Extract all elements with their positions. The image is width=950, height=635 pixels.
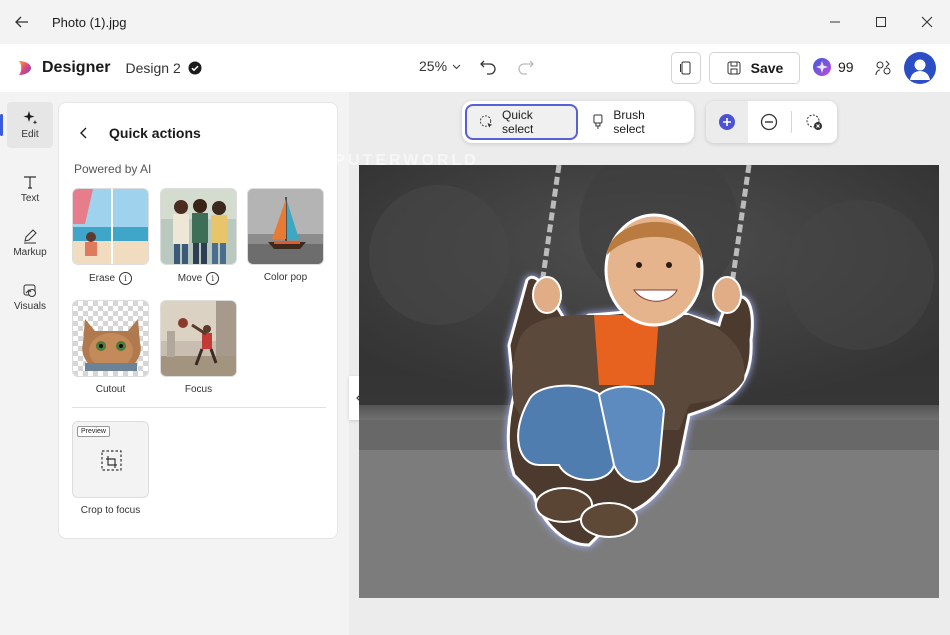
erase-thumbnail <box>72 188 149 265</box>
plus-circle-icon <box>719 114 735 130</box>
back-button[interactable] <box>0 0 44 44</box>
info-icon[interactable]: i <box>119 272 133 285</box>
selection-edit-toolbar <box>706 101 837 143</box>
maximize-icon <box>876 17 886 27</box>
rail-item-text[interactable]: Text <box>7 166 53 212</box>
quick-select-icon <box>479 115 493 128</box>
quick-select-label: Quick select <box>502 108 534 136</box>
rail-item-edit[interactable]: Edit <box>0 102 53 148</box>
photo-canvas[interactable] <box>359 165 939 598</box>
rail-label: Edit <box>21 129 39 140</box>
rail-label: Text <box>20 193 40 204</box>
toolbar-separator <box>791 111 792 133</box>
sparkle-icon <box>23 111 38 125</box>
photo-image <box>359 165 939 598</box>
user-icon <box>910 59 930 80</box>
action-label: Crop to focus <box>80 505 141 516</box>
crop-to-focus-thumbnail: Preview <box>72 421 149 498</box>
watermark: COMPUTERWORLD <box>288 152 479 169</box>
action-color-pop[interactable]: Color pop <box>247 188 324 283</box>
redo-icon[interactable] <box>516 56 536 76</box>
action-label: Focus <box>184 384 213 395</box>
section-heading: Powered by AI <box>74 162 152 176</box>
action-erase[interactable]: Erase i <box>72 188 149 285</box>
zoom-level: 25% <box>419 58 448 74</box>
window-title: Photo (1).jpg <box>52 14 127 30</box>
close-icon <box>921 16 933 28</box>
pages-icon <box>680 61 691 75</box>
brush-icon <box>592 114 602 129</box>
arrow-left-icon <box>15 16 28 28</box>
save-icon <box>727 61 741 75</box>
action-label: Erase <box>88 273 116 284</box>
brand-name: Designer <box>42 59 111 76</box>
quick-select-button[interactable]: Quick select <box>465 104 578 140</box>
left-rail: Edit Text Markup Visuals <box>0 92 58 635</box>
action-label: Move <box>177 273 203 284</box>
chevron-down-icon <box>452 64 461 69</box>
clear-selection-button[interactable] <box>793 101 835 143</box>
undo-icon[interactable] <box>478 56 498 76</box>
action-cutout[interactable]: Cutout <box>72 300 149 395</box>
color-pop-thumbnail <box>247 188 324 265</box>
pen-icon <box>24 229 37 244</box>
save-label: Save <box>750 60 784 76</box>
credits-count: 99 <box>838 59 854 75</box>
rail-label: Visuals <box>13 301 47 312</box>
move-thumbnail <box>160 188 237 265</box>
minimize-icon <box>830 21 840 23</box>
saved-check-icon <box>188 61 202 75</box>
panel-header: Quick actions <box>77 125 201 141</box>
minus-circle-icon <box>760 113 778 131</box>
add-to-selection-button[interactable] <box>706 101 748 143</box>
image-icon <box>23 284 36 297</box>
selection-mode-toolbar: Quick select Brush select <box>462 101 694 143</box>
share-icon[interactable] <box>873 58 893 78</box>
zoom-dropdown[interactable]: 25% <box>419 58 461 74</box>
preview-badge: Preview <box>77 426 110 437</box>
action-move[interactable]: Move i <box>160 188 237 285</box>
clear-selection-icon <box>806 114 822 130</box>
rail-item-visuals[interactable]: Visuals <box>7 274 53 320</box>
chevron-left-icon[interactable] <box>77 126 91 140</box>
brush-select-label: Brush select <box>613 108 645 136</box>
close-button[interactable] <box>904 0 950 44</box>
action-label: Color pop <box>263 272 308 283</box>
brush-select-button[interactable]: Brush select <box>578 104 692 140</box>
minimize-button[interactable] <box>812 0 858 44</box>
action-label: Cutout <box>95 384 126 395</box>
info-icon[interactable]: i <box>206 272 220 285</box>
save-button[interactable]: Save <box>709 52 800 84</box>
title-bar: Photo (1).jpg <box>0 0 950 44</box>
focus-thumbnail <box>160 300 237 377</box>
divider <box>72 407 326 408</box>
avatar[interactable] <box>904 52 936 84</box>
design-name[interactable]: Design 2 <box>125 60 180 76</box>
designer-logo-icon <box>19 61 31 75</box>
app-header: Designer Design 2 25% Save 99 <box>0 44 950 92</box>
credits-badge[interactable]: 99 <box>812 57 854 77</box>
subtract-from-selection-button[interactable] <box>748 101 790 143</box>
credits-icon <box>813 58 831 76</box>
maximize-button[interactable] <box>858 0 904 44</box>
pages-button[interactable] <box>671 52 701 84</box>
rail-label: Markup <box>13 247 47 258</box>
action-crop-to-focus[interactable]: Preview Crop to focus <box>72 421 149 516</box>
panel-title: Quick actions <box>109 125 201 141</box>
cutout-thumbnail <box>72 300 149 377</box>
rail-item-markup[interactable]: Markup <box>7 220 53 266</box>
action-focus[interactable]: Focus <box>160 300 237 395</box>
text-icon <box>24 176 36 189</box>
